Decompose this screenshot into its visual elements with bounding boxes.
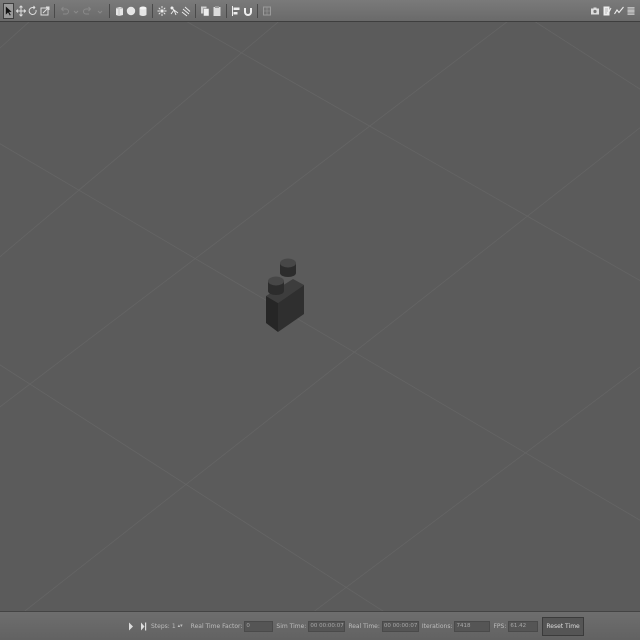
toolbar-separator (195, 3, 196, 18)
plot-icon[interactable] (613, 3, 624, 19)
real-time-factor-field: 0 (244, 620, 274, 632)
toolbar-separator (109, 3, 110, 18)
toolbar-right-group (589, 3, 637, 19)
toolbar-separator (257, 3, 258, 18)
align-icon[interactable] (230, 3, 241, 19)
rotate-icon[interactable] (27, 3, 38, 19)
select-arrow-icon[interactable] (3, 2, 14, 19)
undo-dropdown-icon[interactable] (70, 3, 81, 19)
sim-time-field: 00 00:00:07.418 (308, 620, 346, 632)
bottom-status-bar: Steps: 1 ▴▾ Real Time Factor: 0 Sim Time… (0, 611, 640, 640)
reset-time-button[interactable]: Reset Time (542, 616, 584, 636)
box-shape-icon[interactable] (113, 3, 124, 19)
steps-label: Steps: (151, 622, 170, 630)
toolbar-separator (226, 3, 227, 18)
ground-grid (0, 22, 640, 611)
toolbar-separator (152, 3, 153, 18)
fps-label: FPS: (493, 622, 507, 630)
snap-icon[interactable] (242, 3, 253, 19)
screenshot-icon[interactable] (589, 3, 600, 19)
undo-icon[interactable] (58, 3, 69, 19)
toolbar-separator (54, 3, 55, 18)
paste-icon[interactable] (211, 3, 222, 19)
redo-dropdown-icon[interactable] (94, 3, 105, 19)
steps-spinner-icon[interactable]: ▴▾ (178, 623, 183, 629)
log-icon[interactable] (601, 3, 612, 19)
iterations-field: 7418 (454, 620, 491, 632)
copy-icon[interactable] (199, 3, 210, 19)
record-video-icon[interactable] (625, 3, 636, 19)
spot-light-icon[interactable] (168, 3, 179, 19)
3d-viewport[interactable] (0, 22, 640, 611)
step-icon[interactable] (139, 621, 147, 631)
redo-icon[interactable] (82, 3, 93, 19)
lego-brick-model[interactable] (260, 254, 310, 334)
sphere-shape-icon[interactable] (125, 3, 136, 19)
directional-light-icon[interactable] (180, 3, 191, 19)
play-icon[interactable] (127, 621, 135, 631)
cylinder-shape-icon[interactable] (137, 3, 148, 19)
real-time-factor-label: Real Time Factor: (190, 622, 243, 630)
real-time-label: Real Time: (348, 622, 380, 630)
change-view-icon[interactable] (261, 3, 272, 19)
scale-icon[interactable] (39, 3, 50, 19)
point-light-icon[interactable] (156, 3, 167, 19)
fps-field: 61.42 (508, 620, 539, 632)
steps-value[interactable]: 1 (172, 623, 176, 630)
translate-icon[interactable] (15, 3, 26, 19)
top-toolbar (0, 0, 640, 22)
sim-time-label: Sim Time: (276, 622, 307, 630)
real-time-field: 00 00:00:07.462 (381, 620, 419, 632)
iterations-label: Iterations: (421, 622, 453, 630)
